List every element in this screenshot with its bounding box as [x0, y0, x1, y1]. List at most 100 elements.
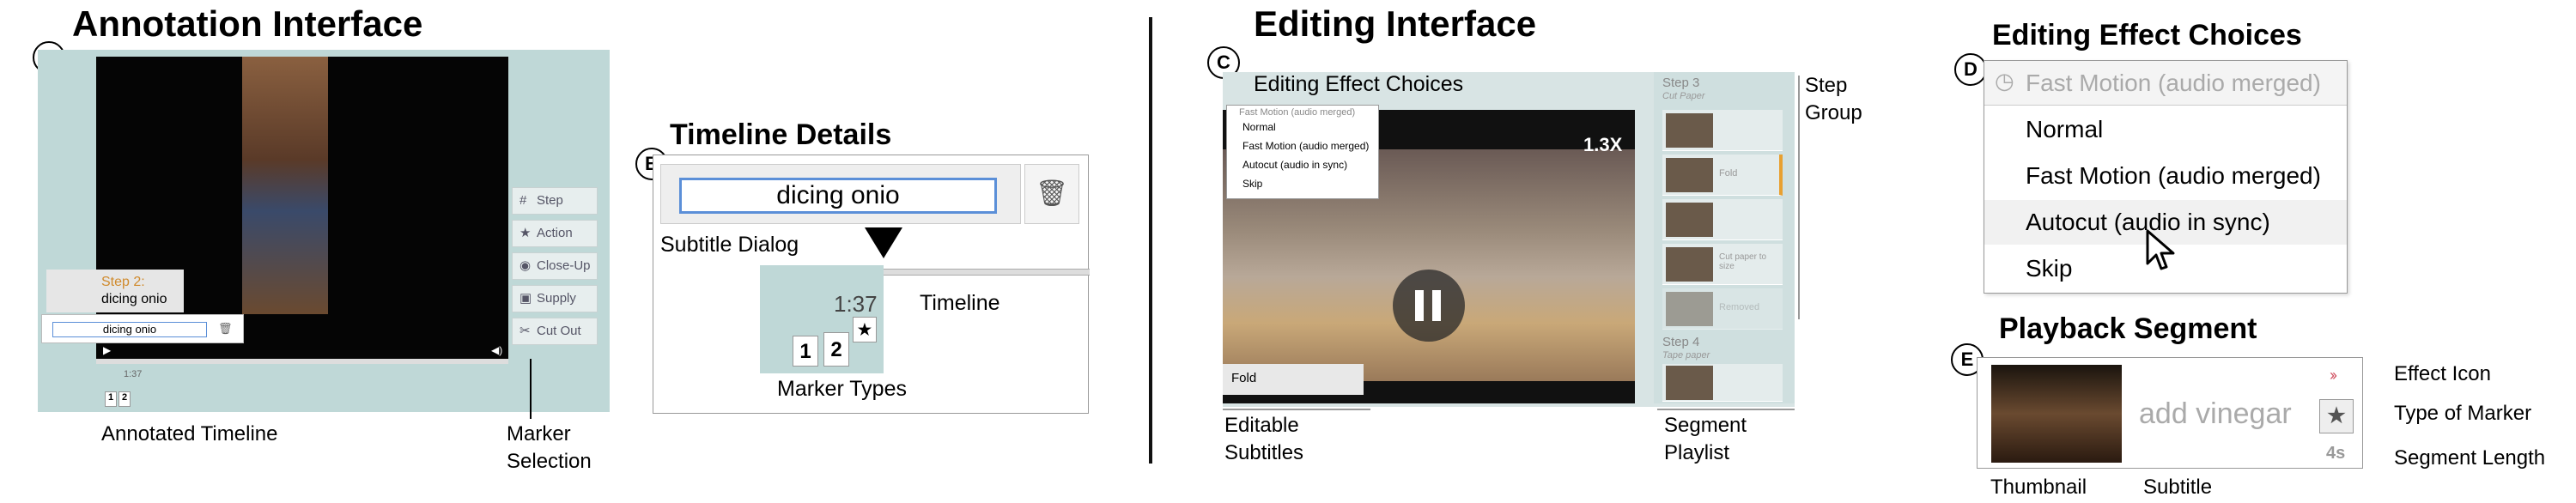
video-progress[interactable]: [96, 359, 508, 364]
hash-icon: #: [519, 193, 527, 208]
marker-type-label: Type of Marker: [2394, 402, 2532, 425]
clock-icon: ◷: [1995, 68, 2014, 94]
step-group-bracket: [1798, 76, 1800, 319]
pause-bar-right: [1432, 290, 1441, 321]
subtitle-input[interactable]: dicing onio: [52, 322, 207, 337]
marker-type-icon: ★: [2319, 399, 2354, 433]
timeline-track[interactable]: [858, 269, 1090, 276]
sidebar-cutout-label: Cut Out: [537, 324, 581, 338]
effect-dropdown-item-skip[interactable]: Skip: [1242, 178, 1262, 190]
subtitle-dialog-label: Subtitle Dialog: [660, 233, 799, 257]
segment-length: 4s: [2326, 444, 2346, 463]
sidebar-supply-label: Supply: [537, 291, 576, 306]
subtitle-bar[interactable]: Fold: [1223, 364, 1364, 395]
sidebar-closeup-label: Close-Up: [537, 258, 591, 273]
star-icon: ★: [519, 226, 532, 240]
step4-sub: Tape paper: [1662, 350, 1710, 361]
badge-d: D: [1954, 53, 1987, 86]
bag-icon: ▣: [519, 291, 532, 306]
annotation-frame: ▶ ◀) Step 2: dicing onio dicing onio 🗑 #…: [38, 50, 610, 412]
caption-playlist: Playlist: [1664, 441, 1730, 464]
effect-dropdown-item-normal[interactable]: Normal: [1242, 121, 1276, 133]
segment-thumbnail: [1991, 365, 2122, 463]
timeline-title: Timeline Details: [670, 118, 892, 151]
segment-subtitle: add vinegar: [2139, 397, 2292, 430]
timeline-frame: dicing onio 🗑 Subtitle Dialog 1:37 Timel…: [653, 155, 1090, 414]
playlist-item-3[interactable]: [1662, 199, 1783, 240]
timeline-trash-button[interactable]: 🗑: [1024, 164, 1079, 224]
playback-segment[interactable]: add vinegar ›› ★ 4s: [1977, 357, 2363, 469]
dialog-pointer-icon: [865, 227, 902, 258]
timeline-input[interactable]: dicing onio: [679, 178, 997, 214]
caption-editable: Editable: [1224, 414, 1299, 437]
annotation-time: 1:37: [124, 369, 143, 379]
playback-title: Playback Segment: [1999, 312, 2257, 345]
effect-icon-label: Effect Icon: [2394, 362, 2491, 385]
effect-dropdown[interactable]: Fast Motion (audio merged) Normal Fast M…: [1226, 105, 1379, 199]
effects-menu[interactable]: ◷ Fast Motion (audio merged) Normal Fast…: [1984, 60, 2348, 294]
effect-dropdown-item-autocut[interactable]: Autocut (audio in sync): [1242, 159, 1347, 171]
step4-label: Step 4: [1662, 335, 1700, 349]
trash-icon[interactable]: 🗑: [218, 322, 233, 336]
effect-option-fast-motion[interactable]: Fast Motion (audio merged): [1984, 154, 2347, 198]
caption-marker-1: Marker: [507, 422, 571, 445]
timeline-marker-star[interactable]: ★: [853, 317, 877, 342]
step-sub: dicing onio: [101, 292, 167, 306]
caption-annotated-timeline: Annotated Timeline: [101, 422, 278, 445]
editing-frame: Editing Effect Choices 1.3X Fold Fast Mo…: [1223, 72, 1795, 407]
effect-dropdown-item-fast[interactable]: Fast Motion (audio merged): [1242, 140, 1369, 152]
subtitles-pointer: [1223, 409, 1370, 410]
sidebar-cutout[interactable]: ✂ Cut Out: [512, 318, 598, 345]
sidebar-closeup[interactable]: ◉ Close-Up: [512, 252, 598, 280]
timeline-marker-1[interactable]: 1: [793, 336, 818, 367]
timeline-time: 1:37: [834, 291, 878, 317]
playlist-item-2[interactable]: Fold: [1662, 155, 1783, 196]
annotation-title: Annotation Interface: [72, 3, 423, 44]
effect-option-normal[interactable]: Normal: [1984, 107, 2347, 152]
playlist-thumb-1: [1666, 113, 1713, 148]
sidebar-supply[interactable]: ▣ Supply: [512, 285, 598, 312]
playlist-thumb-2: [1666, 158, 1713, 192]
step-group-label-1: Step: [1805, 74, 1848, 97]
timeline-marker-2[interactable]: 2: [823, 332, 849, 367]
step-group-label-2: Group: [1805, 101, 1862, 124]
video-frame: [242, 57, 328, 314]
sidebar-action-label: Action: [537, 226, 573, 240]
step3-label: Step 3: [1662, 76, 1700, 90]
pause-bar-left: [1415, 290, 1424, 321]
marker-types-label: Marker Types: [777, 377, 907, 401]
marker-1[interactable]: 1: [105, 391, 117, 407]
effect-icon: ››: [2330, 367, 2337, 384]
play-icon[interactable]: ▶: [103, 344, 111, 356]
effects-title: Editing Effect Choices: [1992, 19, 2302, 52]
sidebar-step[interactable]: # Step: [512, 187, 598, 215]
subtitle-dialog: dicing onio 🗑: [41, 314, 244, 343]
playlist-item-5[interactable]: Removed: [1662, 288, 1783, 330]
playlist-pointer: [1657, 409, 1795, 410]
pause-button[interactable]: [1393, 270, 1465, 342]
marker-2[interactable]: 2: [118, 391, 131, 407]
sidebar-action[interactable]: ★ Action: [512, 220, 598, 247]
marker-selection-pointer: [530, 359, 532, 419]
segment-playlist: Step 3 Cut Paper Fold Cut paper to size …: [1654, 72, 1795, 403]
editing-title: Editing Interface: [1254, 3, 1537, 44]
playlist-thumb-3: [1666, 203, 1713, 237]
playlist-thumb-4: [1666, 247, 1713, 282]
caption-subtitles: Subtitles: [1224, 441, 1304, 464]
section-divider: [1149, 17, 1152, 464]
thumbnail-caption: Thumbnail: [1990, 476, 2087, 499]
subtitle-text: Fold: [1231, 371, 1257, 385]
step3-sub: Cut Paper: [1662, 91, 1705, 101]
sidebar-step-label: Step: [537, 193, 563, 208]
timeline-label: Timeline: [920, 291, 1000, 315]
subtitle-caption: Subtitle: [2143, 476, 2213, 499]
step-label: Step 2:: [101, 275, 145, 289]
playlist-item-6[interactable]: [1662, 364, 1783, 402]
eye-icon: ◉: [519, 258, 532, 273]
playlist-item-4[interactable]: Cut paper to size: [1662, 244, 1783, 285]
playlist-thumb-5: [1666, 292, 1713, 326]
volume-icon[interactable]: ◀): [491, 344, 502, 356]
effect-dropdown-header: Fast Motion (audio merged): [1239, 107, 1356, 118]
playlist-item-1[interactable]: [1662, 110, 1783, 151]
caption-segment: Segment: [1664, 414, 1747, 437]
